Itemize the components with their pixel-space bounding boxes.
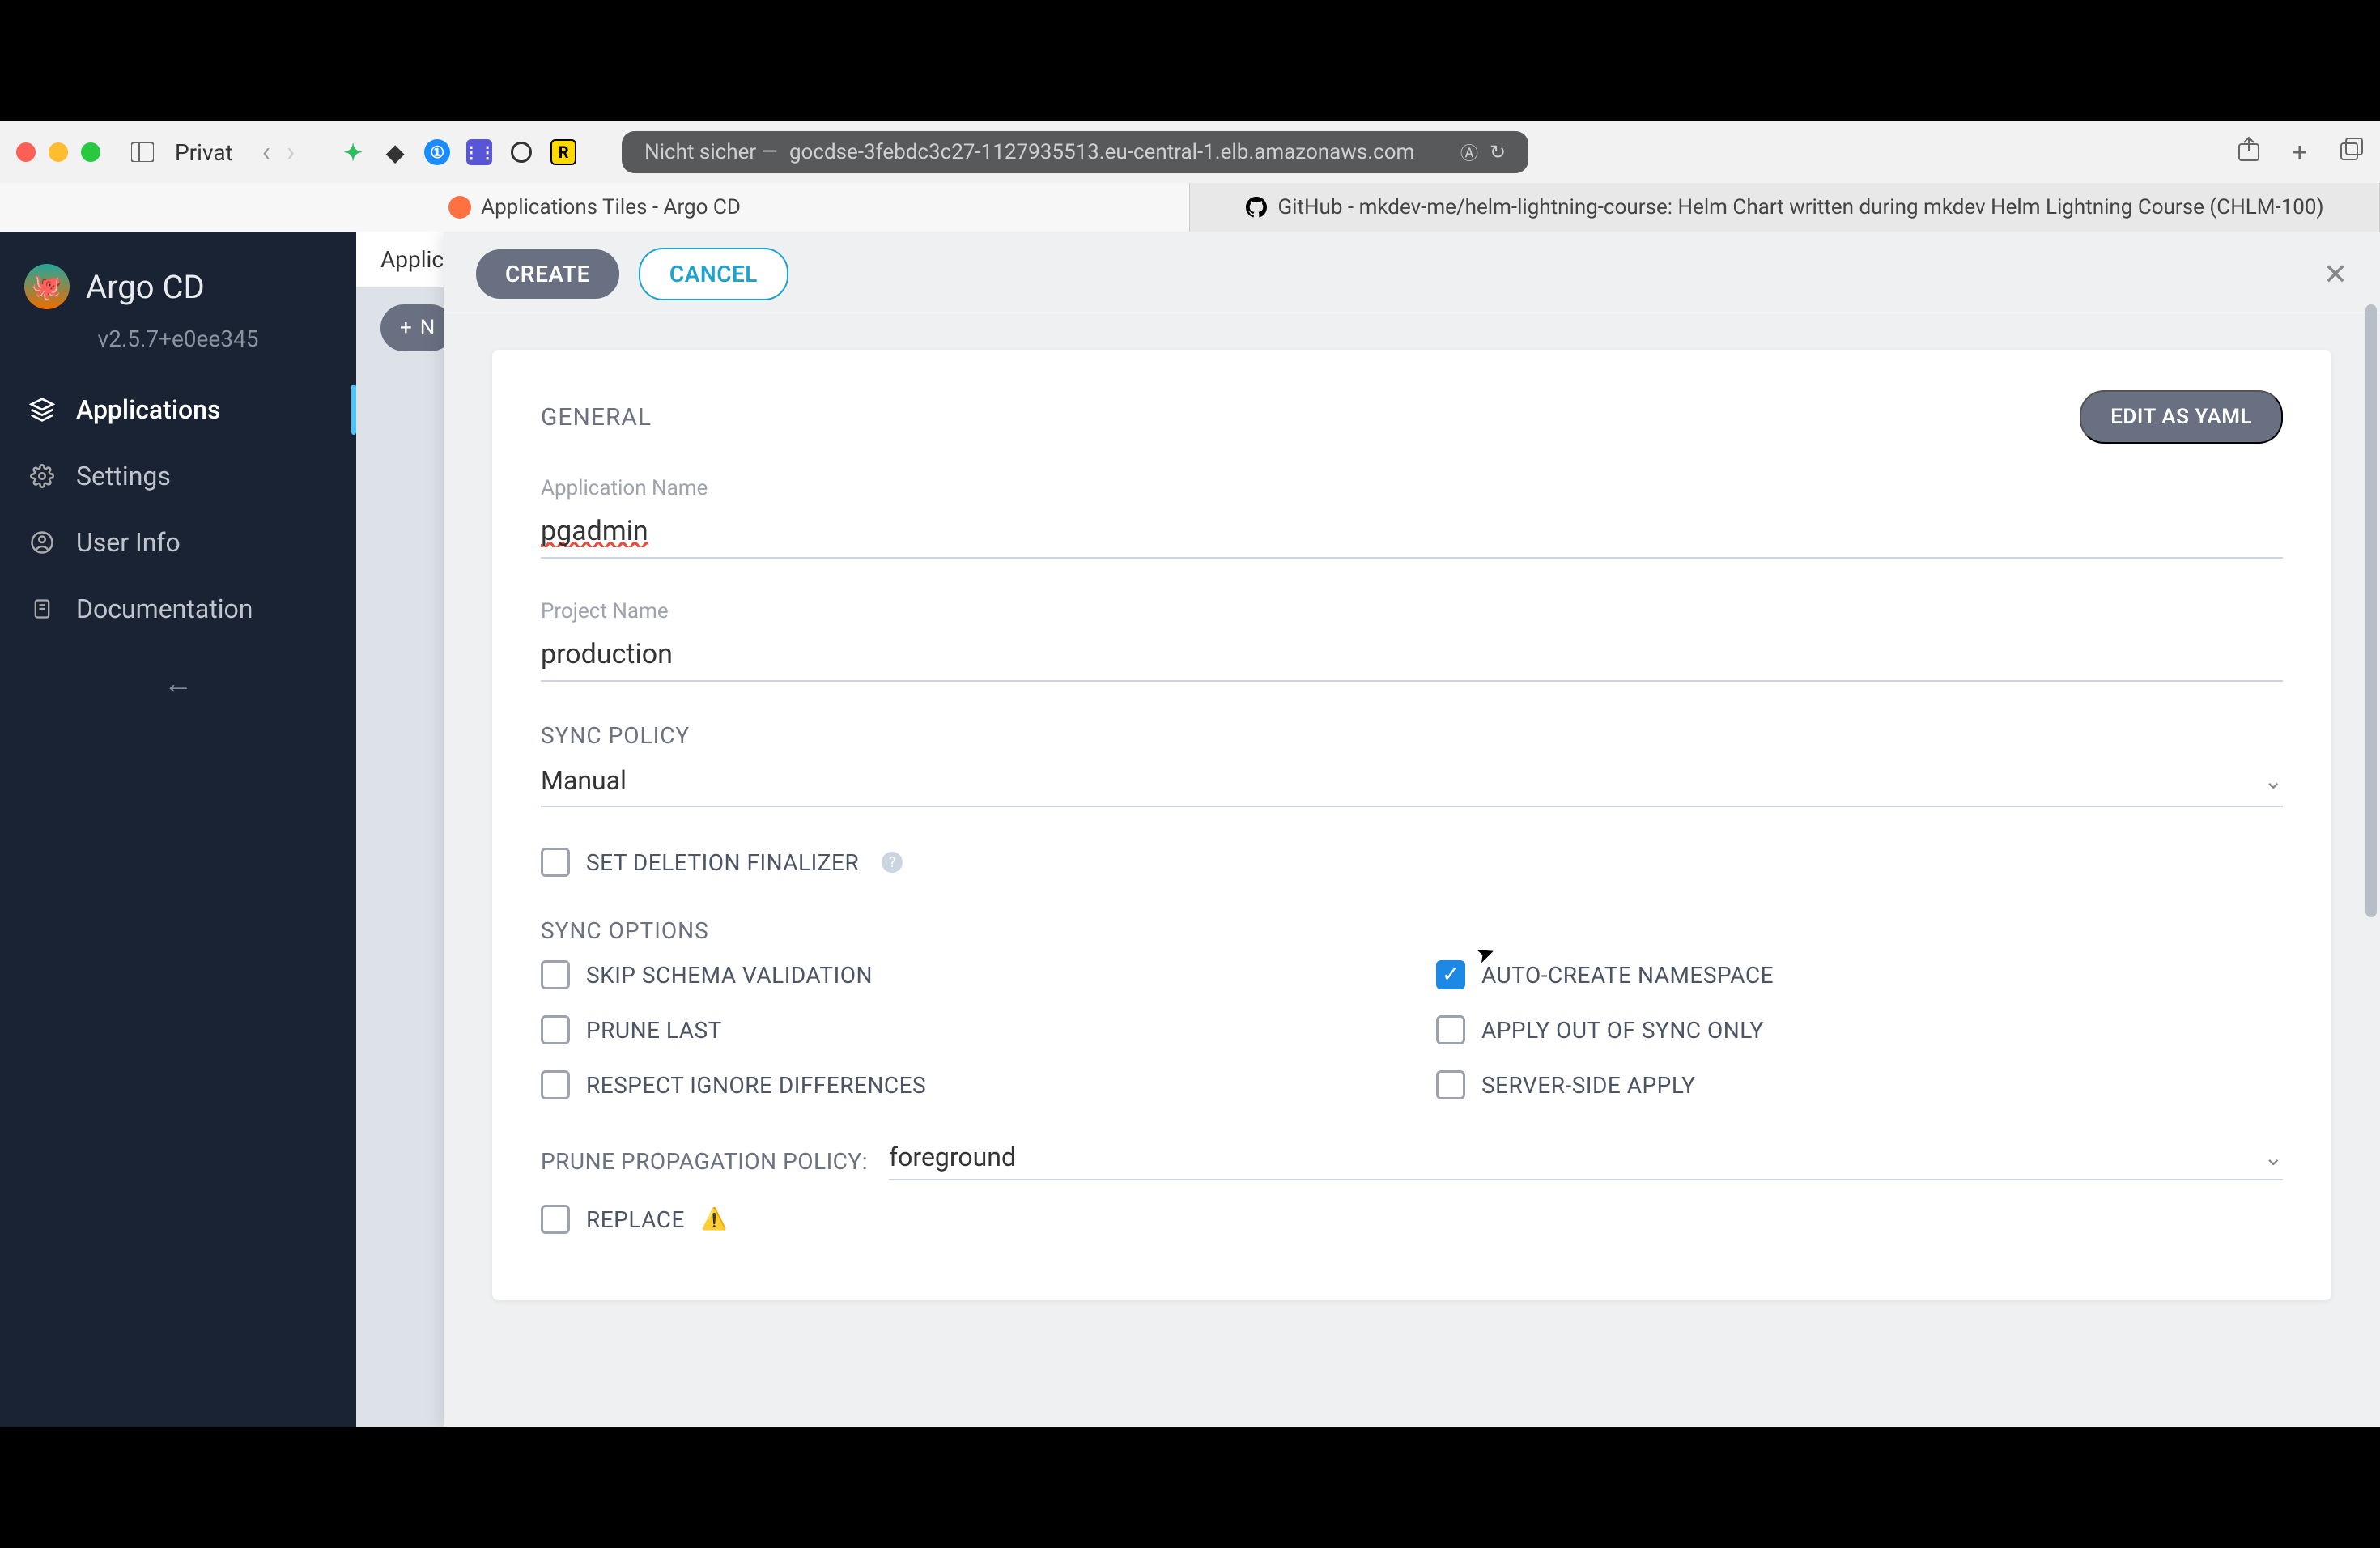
new-tab-icon[interactable]: + bbox=[2293, 137, 2307, 168]
sidebar-header: 🐙 Argo CD bbox=[0, 248, 356, 317]
tab-label: Applications Tiles - Argo CD bbox=[481, 195, 741, 219]
prune-propagation-value: foreground bbox=[889, 1142, 2264, 1172]
server-side-apply-checkbox[interactable] bbox=[1436, 1070, 1465, 1099]
collapse-sidebar-button[interactable]: ← bbox=[0, 642, 356, 725]
browser-tab-github[interactable]: GitHub - mkdev-me/helm-lightning-course:… bbox=[1190, 183, 2380, 232]
auto-create-namespace-label: AUTO-CREATE NAMESPACE bbox=[1481, 962, 1774, 989]
chevron-down-icon: ⌄ bbox=[2264, 768, 2283, 794]
prune-last-label: PRUNE LAST bbox=[586, 1017, 722, 1044]
share-icon[interactable] bbox=[2238, 136, 2260, 168]
prune-last-checkbox[interactable] bbox=[541, 1015, 570, 1044]
app-version: v2.5.7+e0ee345 bbox=[0, 317, 356, 376]
sidebar-item-label: Documentation bbox=[76, 593, 253, 624]
close-icon[interactable]: ✕ bbox=[2323, 257, 2348, 291]
maximize-window-button[interactable] bbox=[81, 142, 100, 162]
browser-tab-bar: Applications Tiles - Argo CD GitHub - mk… bbox=[0, 183, 2380, 232]
warning-icon: ⚠️ bbox=[701, 1207, 727, 1231]
sidebar-item-userinfo[interactable]: User Info bbox=[0, 509, 356, 576]
sync-options-title: SYNC OPTIONS bbox=[541, 917, 2283, 944]
apply-out-of-sync-checkbox[interactable] bbox=[1436, 1015, 1465, 1044]
gear-icon bbox=[28, 461, 57, 491]
tabs-overview-icon[interactable] bbox=[2340, 137, 2364, 168]
browser-toolbar: Privat ‹ › ✦ ◆ ① ⋮⋮ R Nicht sicher — goc… bbox=[0, 121, 2380, 183]
reload-icon[interactable]: ↻ bbox=[1490, 141, 1506, 164]
github-favicon-icon bbox=[1245, 196, 1268, 219]
create-application-panel: CREATE CANCEL ✕ GENERAL EDIT AS YAML App… bbox=[444, 232, 2380, 1427]
user-icon bbox=[28, 528, 57, 557]
sync-policy-title: SYNC POLICY bbox=[541, 722, 2283, 749]
project-name-input[interactable] bbox=[541, 632, 2283, 682]
sidebar-toggle-icon[interactable] bbox=[130, 142, 155, 162]
private-mode-label: Privat bbox=[175, 139, 233, 166]
address-bar[interactable]: Nicht sicher — gocdse-3febdc3c27-1127935… bbox=[622, 131, 1528, 173]
1password-extension-icon[interactable]: ① bbox=[424, 139, 450, 165]
section-general-title: GENERAL bbox=[541, 403, 652, 432]
forward-button[interactable]: › bbox=[287, 136, 295, 168]
evernote-extension-icon[interactable]: ✦ bbox=[340, 139, 366, 165]
sidebar-item-documentation[interactable]: Documentation bbox=[0, 576, 356, 642]
sidebar: 🐙 Argo CD v2.5.7+e0ee345 Applications Se… bbox=[0, 232, 356, 1427]
auto-create-namespace-checkbox[interactable]: ✓ bbox=[1436, 960, 1465, 989]
apply-out-of-sync-label: APPLY OUT OF SYNC ONLY bbox=[1481, 1017, 1764, 1044]
edit-as-yaml-button[interactable]: EDIT AS YAML bbox=[2080, 390, 2283, 444]
app-name-input[interactable] bbox=[541, 508, 2283, 559]
help-icon[interactable]: ? bbox=[882, 852, 903, 873]
cancel-button[interactable]: CANCEL bbox=[639, 248, 788, 300]
plus-icon: + bbox=[400, 316, 412, 340]
privacy-shield-icon[interactable]: ◆ bbox=[382, 139, 408, 165]
argo-logo-icon: 🐙 bbox=[24, 264, 70, 309]
chevron-down-icon: ⌄ bbox=[2264, 1144, 2283, 1171]
not-secure-label: Nicht sicher — bbox=[644, 140, 778, 164]
prune-propagation-select[interactable]: foreground ⌄ bbox=[889, 1142, 2283, 1180]
translate-icon[interactable]: Ⓐ bbox=[1460, 139, 1478, 165]
skip-schema-label: SKIP SCHEMA VALIDATION bbox=[586, 962, 873, 989]
argo-favicon-icon bbox=[448, 196, 471, 219]
extension-icon[interactable]: ⋮⋮ bbox=[466, 139, 492, 165]
panel-header: CREATE CANCEL ✕ bbox=[444, 232, 2380, 317]
window-controls bbox=[16, 142, 100, 162]
project-name-label: Project Name bbox=[541, 599, 2283, 623]
replace-checkbox[interactable] bbox=[541, 1205, 570, 1234]
sidebar-item-label: Settings bbox=[76, 461, 171, 491]
replace-label: REPLACE bbox=[586, 1206, 685, 1233]
respect-ignore-label: RESPECT IGNORE DIFFERENCES bbox=[586, 1072, 926, 1099]
sync-policy-select[interactable]: Manual ⌄ bbox=[541, 765, 2283, 807]
sidebar-item-settings[interactable]: Settings bbox=[0, 443, 356, 509]
extension-circle-icon[interactable] bbox=[508, 139, 534, 165]
browser-tab-argo[interactable]: Applications Tiles - Argo CD bbox=[0, 183, 1190, 232]
skip-schema-checkbox[interactable] bbox=[541, 960, 570, 989]
deletion-finalizer-label: SET DELETION FINALIZER bbox=[586, 849, 859, 876]
create-button[interactable]: CREATE bbox=[476, 249, 619, 299]
tab-label: GitHub - mkdev-me/helm-lightning-course:… bbox=[1277, 195, 2323, 219]
server-side-apply-label: SERVER-SIDE APPLY bbox=[1481, 1072, 1695, 1099]
main-content: Applica + N CREATE CANCEL ✕ GENERAL bbox=[356, 232, 2380, 1427]
respect-ignore-checkbox[interactable] bbox=[541, 1070, 570, 1099]
minimize-window-button[interactable] bbox=[49, 142, 68, 162]
sidebar-item-label: Applications bbox=[76, 394, 220, 425]
layers-icon bbox=[28, 395, 57, 424]
sidebar-item-label: User Info bbox=[76, 527, 181, 558]
deletion-finalizer-checkbox[interactable] bbox=[541, 848, 570, 877]
sidebar-item-applications[interactable]: Applications bbox=[0, 376, 356, 443]
extension-r-icon[interactable]: R bbox=[550, 139, 576, 165]
scrollbar[interactable] bbox=[2365, 304, 2377, 1418]
close-window-button[interactable] bbox=[16, 142, 36, 162]
book-icon bbox=[28, 594, 57, 623]
address-host: gocdse-3febdc3c27-1127935513.eu-central-… bbox=[789, 140, 1414, 164]
prune-propagation-label: PRUNE PROPAGATION POLICY: bbox=[541, 1148, 868, 1175]
back-button[interactable]: ‹ bbox=[262, 136, 270, 168]
app-title: Argo CD bbox=[86, 268, 205, 306]
sync-policy-value: Manual bbox=[541, 765, 2264, 796]
app-name-label: Application Name bbox=[541, 476, 2283, 500]
